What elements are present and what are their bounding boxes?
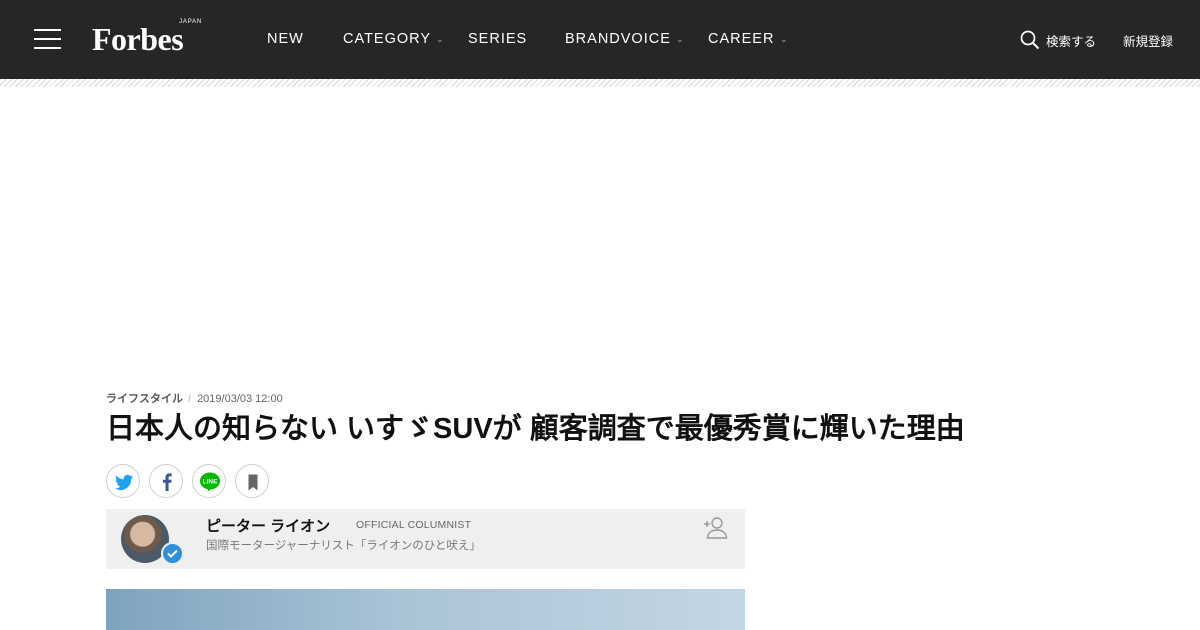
svg-text:LINE: LINE xyxy=(203,479,218,486)
menu-icon[interactable] xyxy=(34,29,61,50)
nav-item-career[interactable]: CAREER xyxy=(708,31,774,47)
nav-item-brandvoice[interactable]: BRANDVOICE xyxy=(565,31,671,47)
breadcrumb-category[interactable]: ライフスタイル xyxy=(106,393,183,405)
twitter-icon xyxy=(115,474,133,491)
nav-item-new[interactable]: NEW xyxy=(267,31,304,47)
nav-item-series[interactable]: SERIES xyxy=(468,31,527,47)
chevron-down-icon: ⌄ xyxy=(780,34,788,44)
line-icon: LINE xyxy=(200,472,220,492)
chevron-down-icon: ⌄ xyxy=(436,34,444,44)
author-description: 国際モータージャーナリスト「ライオンのひと吠え」 xyxy=(206,540,481,552)
chevron-down-icon: ⌄ xyxy=(676,34,684,44)
facebook-share-button[interactable] xyxy=(149,464,183,498)
author-name[interactable]: ピーター ライオン xyxy=(206,515,330,536)
site-header: Forbes JAPAN NEW CATEGORY ⌄ SERIES BRAND… xyxy=(0,0,1200,79)
search-icon xyxy=(1020,30,1040,50)
signup-link[interactable]: 新規登録 xyxy=(1123,31,1173,50)
verified-badge-icon xyxy=(161,542,184,565)
breadcrumb-separator: / xyxy=(188,393,192,405)
logo-text: Forbes xyxy=(92,21,184,57)
follow-author-button[interactable] xyxy=(703,516,729,540)
forbes-logo[interactable]: Forbes JAPAN xyxy=(92,19,204,59)
search-label: 検索する xyxy=(1046,35,1097,49)
line-share-button[interactable]: LINE xyxy=(192,464,226,498)
article-hero-image xyxy=(106,589,745,630)
add-user-icon xyxy=(704,517,728,539)
nav-item-category[interactable]: CATEGORY xyxy=(343,31,431,47)
search-button[interactable]: 検索する xyxy=(1020,30,1096,50)
logo-subtext: JAPAN xyxy=(179,19,202,25)
facebook-icon xyxy=(162,473,172,491)
author-card: ピーター ライオン OFFICIAL COLUMNIST 国際モータージャーナリ… xyxy=(106,509,745,569)
bookmark-button[interactable] xyxy=(235,464,269,498)
bookmark-icon xyxy=(248,474,258,491)
header-divider xyxy=(0,79,1200,87)
breadcrumb: ライフスタイル / 2019/03/03 12:00 xyxy=(106,390,283,406)
author-role: OFFICIAL COLUMNIST xyxy=(356,519,472,531)
article-date: 2019/03/03 12:00 xyxy=(197,393,283,405)
twitter-share-button[interactable] xyxy=(106,464,140,498)
article-title: 日本人の知らない いすゞSUVが 顧客調査で最優秀賞に輝いた理由 xyxy=(106,413,965,445)
